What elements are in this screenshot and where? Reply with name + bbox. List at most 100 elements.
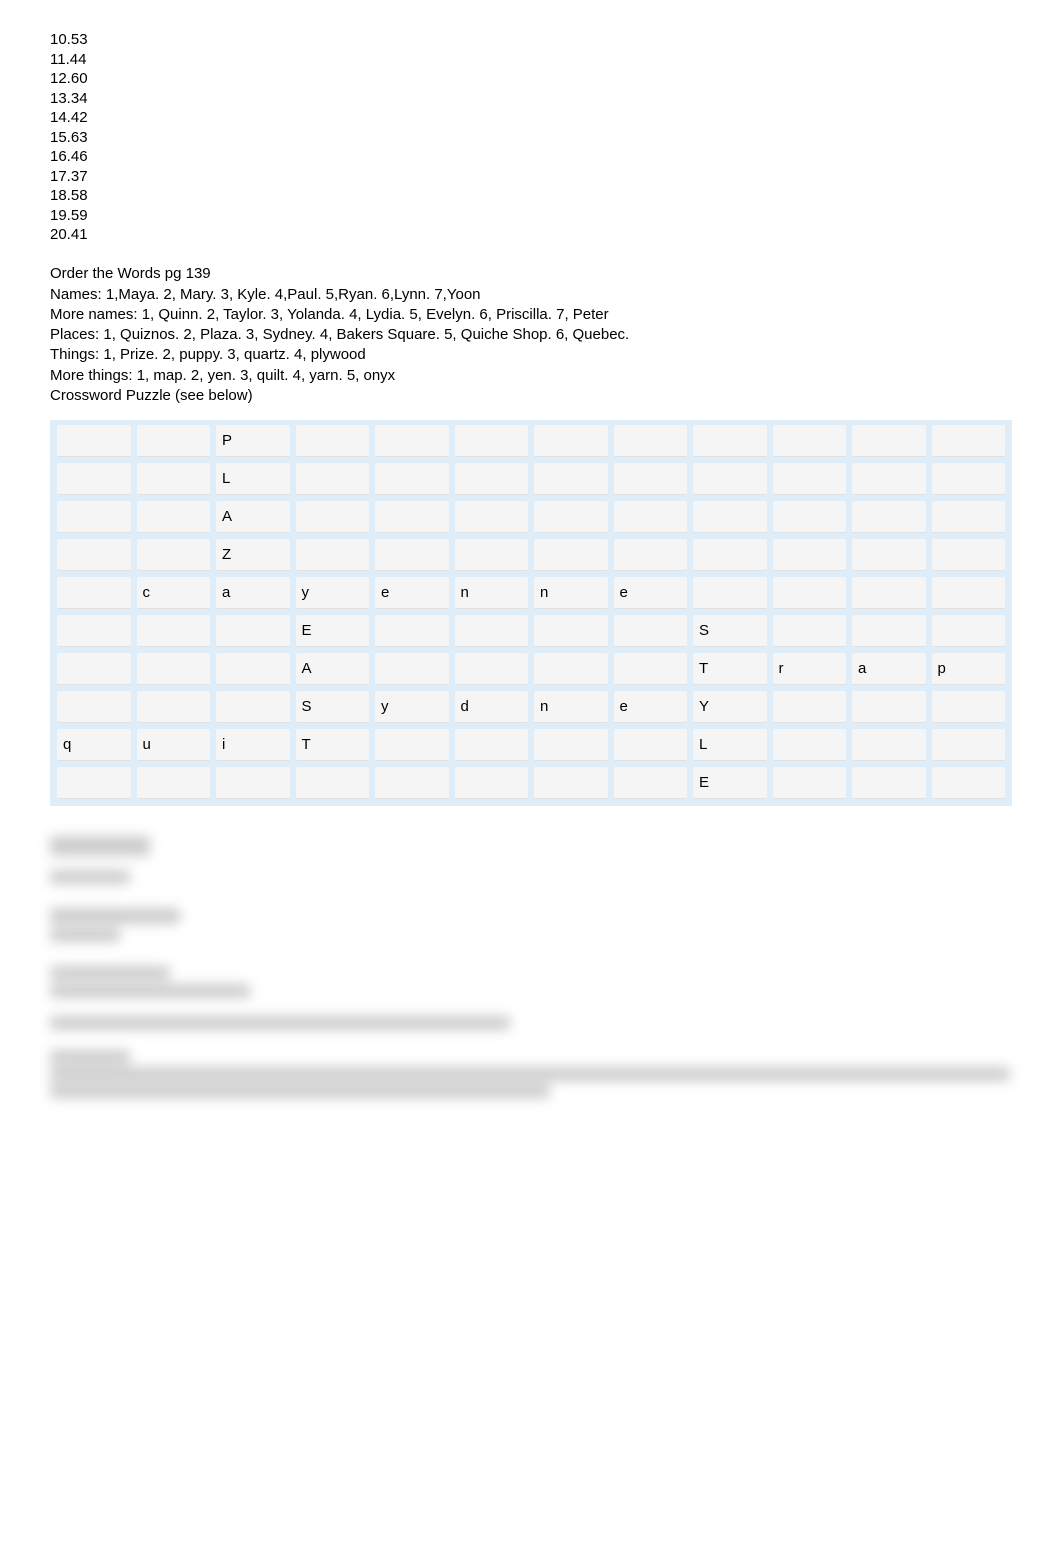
- crossword-cell: r: [773, 653, 847, 685]
- crossword-cell: p: [932, 653, 1006, 685]
- crossword-cell: [455, 653, 529, 685]
- crossword-cell: [57, 425, 131, 457]
- crossword-cell: [852, 539, 926, 571]
- number-item: 19.59: [50, 206, 1012, 226]
- crossword-cell: [534, 501, 608, 533]
- crossword-cell: [614, 653, 688, 685]
- crossword-cell: [455, 615, 529, 647]
- crossword-row: L: [54, 460, 1008, 498]
- crossword-cell: [614, 767, 688, 799]
- crossword-row: SydneY: [54, 688, 1008, 726]
- crossword-cell: [693, 463, 767, 495]
- crossword-cell: Z: [216, 539, 290, 571]
- crossword-cell: [773, 539, 847, 571]
- crossword-cell: y: [296, 577, 370, 609]
- crossword-row: E: [54, 764, 1008, 802]
- places-line: Places: 1, Quiznos. 2, Plaza. 3, Sydney.…: [50, 325, 1012, 345]
- crossword-cell: [534, 539, 608, 571]
- crossword-cell: [296, 501, 370, 533]
- crossword-cell: u: [137, 729, 211, 761]
- crossword-cell: E: [296, 615, 370, 647]
- crossword-cell: n: [534, 691, 608, 723]
- crossword-cell: [375, 615, 449, 647]
- crossword-cell: [932, 615, 1006, 647]
- crossword-cell: [932, 539, 1006, 571]
- crossword-cell: [57, 767, 131, 799]
- crossword-cell: [773, 425, 847, 457]
- things-line: Things: 1, Prize. 2, puppy. 3, quartz. 4…: [50, 345, 1012, 365]
- crossword-cell: [534, 463, 608, 495]
- crossword-cell: [57, 653, 131, 685]
- crossword-cell: [773, 577, 847, 609]
- crossword-cell: A: [216, 501, 290, 533]
- number-item: 16.46: [50, 147, 1012, 167]
- crossword-cell: [614, 615, 688, 647]
- crossword-cell: [534, 615, 608, 647]
- crossword-cell: [375, 729, 449, 761]
- crossword-cell: [773, 501, 847, 533]
- crossword-cell: [932, 463, 1006, 495]
- crossword-cell: e: [614, 577, 688, 609]
- crossword-cell: [375, 767, 449, 799]
- number-item: 10.53: [50, 30, 1012, 50]
- crossword-cell: a: [216, 577, 290, 609]
- crossword-cell: T: [296, 729, 370, 761]
- crossword-cell: [137, 425, 211, 457]
- crossword-cell: [216, 691, 290, 723]
- crossword-cell: [375, 501, 449, 533]
- crossword-cell: [57, 501, 131, 533]
- crossword-cell: Y: [693, 691, 767, 723]
- crossword-cell: [852, 767, 926, 799]
- crossword-cell: [455, 767, 529, 799]
- crossword-cell: [932, 729, 1006, 761]
- crossword-cell: [852, 425, 926, 457]
- number-list: 10.53 11.44 12.60 13.34 14.42 15.63 16.4…: [50, 30, 1012, 245]
- crossword-cell: P: [216, 425, 290, 457]
- crossword-cell: [534, 425, 608, 457]
- crossword-cell: L: [216, 463, 290, 495]
- crossword-cell: [852, 729, 926, 761]
- crossword-cell: [852, 501, 926, 533]
- crossword-cell: [375, 653, 449, 685]
- crossword-cell: n: [455, 577, 529, 609]
- crossword-cell: [852, 615, 926, 647]
- crossword-cell: [932, 767, 1006, 799]
- crossword-cell: [932, 425, 1006, 457]
- number-item: 18.58: [50, 186, 1012, 206]
- crossword-cell: [693, 539, 767, 571]
- crossword-cell: [852, 463, 926, 495]
- crossword-note: Crossword Puzzle (see below): [50, 386, 1012, 406]
- crossword-cell: [375, 463, 449, 495]
- crossword-cell: q: [57, 729, 131, 761]
- blurred-content: [50, 836, 1012, 1098]
- crossword-row: P: [54, 422, 1008, 460]
- crossword-cell: [773, 691, 847, 723]
- crossword-cell: [216, 767, 290, 799]
- crossword-cell: e: [375, 577, 449, 609]
- crossword-cell: [534, 729, 608, 761]
- crossword-cell: [57, 691, 131, 723]
- crossword-cell: [455, 501, 529, 533]
- crossword-cell: [137, 767, 211, 799]
- crossword-cell: [137, 463, 211, 495]
- crossword-cell: [614, 425, 688, 457]
- crossword-cell: [693, 501, 767, 533]
- crossword-cell: [296, 767, 370, 799]
- more-things-line: More things: 1, map. 2, yen. 3, quilt. 4…: [50, 366, 1012, 386]
- crossword-cell: [773, 615, 847, 647]
- number-item: 12.60: [50, 69, 1012, 89]
- crossword-cell: [614, 729, 688, 761]
- crossword-cell: S: [296, 691, 370, 723]
- crossword-cell: [534, 653, 608, 685]
- crossword-cell: e: [614, 691, 688, 723]
- crossword-cell: [773, 729, 847, 761]
- crossword-cell: [57, 577, 131, 609]
- crossword-cell: [57, 539, 131, 571]
- crossword-cell: [57, 463, 131, 495]
- crossword-cell: [137, 539, 211, 571]
- crossword-cell: c: [137, 577, 211, 609]
- crossword-cell: y: [375, 691, 449, 723]
- crossword-cell: [137, 653, 211, 685]
- names-line: Names: 1,Maya. 2, Mary. 3, Kyle. 4,Paul.…: [50, 285, 1012, 305]
- crossword-row: quiTL: [54, 726, 1008, 764]
